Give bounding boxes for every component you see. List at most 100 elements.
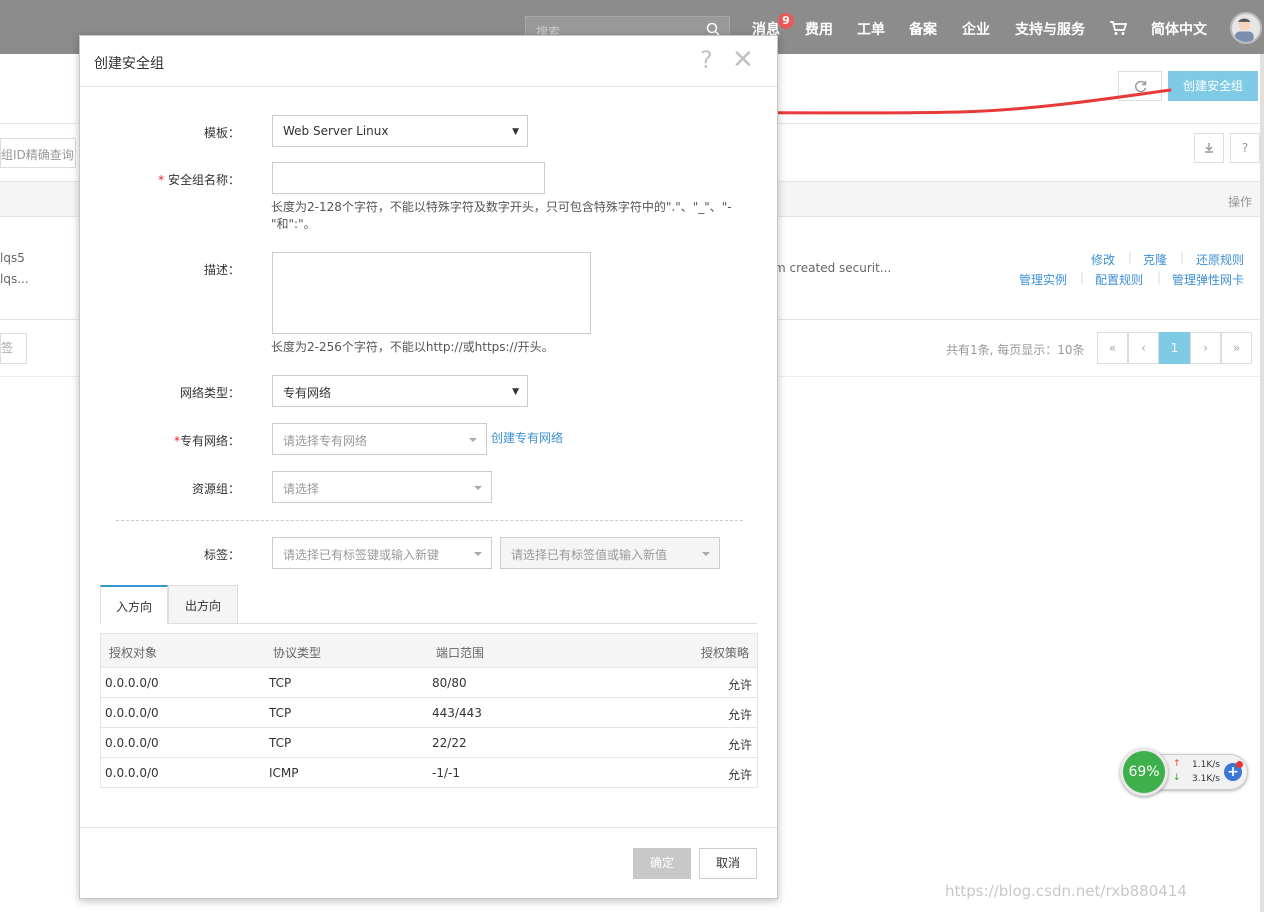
nav-enterprise[interactable]: 企业: [962, 19, 990, 39]
row-name-sub: lqs...: [0, 272, 29, 286]
watermark: https://blog.csdn.net/rxb880414: [945, 882, 1187, 900]
upload-speed: 1.1K/s: [1192, 760, 1220, 770]
chevron-down-icon: [474, 552, 482, 556]
download-speed: 3.1K/s: [1192, 774, 1220, 784]
pager-last[interactable]: »: [1221, 332, 1252, 364]
close-icon[interactable]: ✕: [732, 45, 754, 75]
row-name[interactable]: lqs5: [0, 251, 25, 265]
help-icon[interactable]: ?: [700, 46, 713, 74]
col-protocol: 协议类型: [273, 646, 322, 660]
rule-target: 0.0.0.0/0: [105, 676, 159, 690]
network-speed-widget[interactable]: 69% ↑ 1.1K/s ↓ 3.1K/s +: [1120, 748, 1248, 796]
template-select[interactable]: Web Server Linux ▼: [272, 115, 528, 147]
table-row: 0.0.0.0/0 TCP 443/443 允许: [101, 698, 757, 728]
pager-first[interactable]: «: [1097, 332, 1128, 364]
rule-policy: 允许: [727, 738, 752, 752]
export-icon: [1205, 143, 1213, 153]
table-row: 0.0.0.0/0 TCP 22/22 允许: [101, 728, 757, 758]
tag-value-select[interactable]: 请选择已有标签值或输入新值: [500, 537, 720, 569]
nav-language[interactable]: 简体中文: [1151, 19, 1207, 39]
resource-group-select[interactable]: 请选择: [272, 471, 492, 503]
search-icon[interactable]: [706, 22, 720, 36]
divider: |: [1157, 270, 1162, 284]
divider: |: [1180, 250, 1185, 264]
template-label: 模板：: [203, 126, 240, 140]
messages-badge: 9: [778, 13, 794, 29]
divider: [116, 520, 743, 521]
rule-policy: 允许: [727, 708, 752, 722]
rules-table-header: 授权对象 协议类型 端口范围 授权策略: [101, 634, 757, 668]
col-ports: 端口范围: [436, 646, 485, 660]
tags-label: 标签：: [203, 548, 240, 562]
nav-icp[interactable]: 备案: [909, 19, 937, 39]
chevron-down-icon: [469, 438, 477, 442]
rule-protocol: TCP: [269, 676, 292, 690]
vpc-select[interactable]: 请选择专有网络: [272, 423, 487, 455]
col-target: 授权对象: [109, 646, 158, 660]
action-modify[interactable]: 修改: [1091, 251, 1115, 268]
name-hint: 长度为2-128个字符，不能以特殊字符及数字开头，只可包含特殊字符中的"."、"…: [271, 200, 732, 231]
download-arrow-icon: ↓: [1173, 773, 1181, 783]
dialog-title: 创建安全组: [94, 56, 164, 72]
rule-ports: 80/80: [432, 676, 467, 690]
tag-key-placeholder: 请选择已有标签键或输入新键: [283, 548, 440, 562]
chevron-down-icon: [702, 552, 710, 556]
tab-inbound[interactable]: 入方向: [100, 585, 168, 624]
avatar[interactable]: [1230, 12, 1262, 44]
pager-prev[interactable]: ‹: [1128, 332, 1159, 364]
col-policy: 授权策略: [700, 646, 749, 660]
chevron-down-icon: ▼: [512, 127, 519, 137]
tab-outbound[interactable]: 出方向: [168, 585, 238, 624]
action-clone[interactable]: 克隆: [1143, 251, 1167, 268]
divider: [80, 86, 777, 87]
pager-next[interactable]: ›: [1190, 332, 1221, 364]
required-mark: *: [158, 173, 165, 187]
create-security-group-dialog: 创建安全组 ? ✕ 模板： Web Server Linux ▼ * 安全组名称…: [79, 35, 778, 899]
vpc-label: *专有网络：: [173, 434, 240, 448]
filter-input[interactable]: 组ID精确查询: [0, 138, 76, 168]
rule-ports: 443/443: [432, 706, 482, 720]
tag-button[interactable]: 签: [0, 333, 27, 364]
ok-button[interactable]: 确定: [633, 848, 691, 879]
network-type-value: 专有网络: [283, 386, 332, 400]
cancel-button[interactable]: 取消: [699, 848, 757, 879]
op-header: 操作: [1227, 195, 1252, 209]
description-hint: 长度为2-256个字符，不能以http://或https://开头。: [271, 340, 554, 354]
rule-target: 0.0.0.0/0: [105, 706, 159, 720]
vpc-placeholder: 请选择专有网络: [283, 434, 368, 448]
rule-target: 0.0.0.0/0: [105, 766, 159, 780]
name-label: * 安全组名称：: [158, 173, 240, 187]
rule-policy: 允许: [727, 768, 752, 782]
divider: |: [1080, 270, 1085, 284]
action-manage-instances[interactable]: 管理实例: [1019, 271, 1067, 288]
help-button[interactable]: ?: [1230, 133, 1260, 163]
network-type-select[interactable]: 专有网络 ▼: [272, 375, 528, 407]
name-input[interactable]: [272, 162, 545, 194]
rule-ports: -1/-1: [432, 766, 460, 780]
pager-page-1[interactable]: 1: [1159, 332, 1190, 364]
memory-percent[interactable]: 69%: [1120, 748, 1168, 796]
rule-policy: 允许: [727, 678, 752, 692]
action-configure-rules[interactable]: 配置规则: [1095, 271, 1143, 288]
tag-key-select[interactable]: 请选择已有标签键或输入新键: [272, 537, 492, 569]
chevron-down-icon: ▼: [512, 387, 519, 397]
scrollbar[interactable]: [1260, 54, 1264, 912]
create-vpc-link[interactable]: 创建专有网络: [491, 430, 563, 447]
nav-tickets[interactable]: 工单: [857, 19, 885, 39]
divider: |: [1128, 250, 1133, 264]
cart-icon[interactable]: [1109, 20, 1127, 36]
description-textarea[interactable]: [272, 252, 591, 334]
rule-target: 0.0.0.0/0: [105, 736, 159, 750]
nav-support[interactable]: 支持与服务: [1015, 19, 1085, 39]
table-row: 0.0.0.0/0 ICMP -1/-1 允许: [101, 758, 757, 788]
nav-fees[interactable]: 费用: [805, 19, 833, 39]
row-description: m created securit...: [774, 261, 892, 275]
action-manage-eni[interactable]: 管理弹性网卡: [1172, 271, 1244, 288]
pager-info: 共有1条, 每页显示：10条: [946, 343, 1085, 357]
resource-group-placeholder: 请选择: [283, 482, 320, 496]
network-type-label: 网络类型：: [179, 386, 240, 400]
chevron-down-icon: [474, 486, 482, 490]
resource-group-label: 资源组：: [191, 482, 240, 496]
rule-protocol: TCP: [269, 706, 292, 720]
action-restore-rules[interactable]: 还原规则: [1196, 251, 1244, 268]
